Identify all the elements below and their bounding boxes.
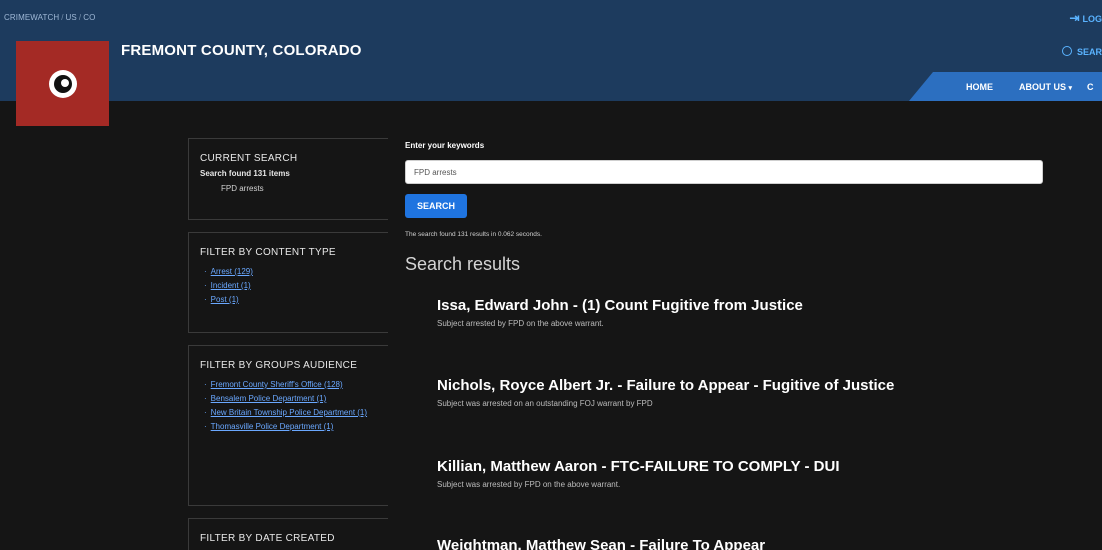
nav-about-us[interactable]: ABOUT US ▾ bbox=[1019, 82, 1072, 92]
content-type-filter-title: FILTER BY CONTENT TYPE bbox=[200, 247, 336, 258]
site-title[interactable]: FREMONT COUNTY, COLORADO bbox=[121, 42, 362, 59]
breadcrumb-crimewatch[interactable]: CRIMEWATCH bbox=[4, 13, 59, 22]
header-search-link[interactable]: SEAR bbox=[1061, 46, 1102, 57]
search-button[interactable]: SEARCH bbox=[405, 194, 467, 218]
nav-home[interactable]: HOME bbox=[966, 82, 993, 92]
nav-about-label: ABOUT US bbox=[1019, 82, 1066, 92]
facet-item: · Post (1) bbox=[204, 294, 388, 306]
login-icon: ⇥ bbox=[1069, 11, 1080, 25]
search-result: Issa, Edward John - (1) Count Fugitive f… bbox=[437, 297, 1037, 328]
result-snippet: Subject was arrested on an outstanding F… bbox=[437, 399, 653, 408]
result-title-link[interactable]: Nichols, Royce Albert Jr. - Failure to A… bbox=[437, 377, 1037, 394]
facet-link-incident[interactable]: Incident (1) bbox=[211, 280, 251, 292]
facet-item: · Arrest (129) bbox=[204, 266, 388, 278]
facet-item: · Thomasville Police Department (1) bbox=[204, 421, 374, 433]
facet-link-fremont-sheriff[interactable]: Fremont County Sheriff's Office (128) bbox=[211, 379, 343, 391]
keywords-label: Enter your keywords bbox=[405, 141, 485, 150]
bullet: · bbox=[204, 422, 207, 431]
breadcrumb: CRIMEWATCH / US / CO bbox=[4, 13, 95, 22]
result-title-link[interactable]: Killian, Matthew Aaron - FTC-FAILURE TO … bbox=[437, 458, 1037, 475]
bullet: · bbox=[204, 394, 207, 403]
content-type-filter-panel: FILTER BY CONTENT TYPE · Arrest (129) · In… bbox=[188, 232, 388, 333]
facet-link-arrest[interactable]: Arrest (129) bbox=[211, 266, 253, 278]
breadcrumb-us[interactable]: US bbox=[66, 13, 77, 22]
current-search-term[interactable]: FPD arrests bbox=[200, 184, 388, 193]
results-heading: Search results bbox=[405, 254, 521, 274]
groups-filter-title: FILTER BY GROUPS AUDIENCE bbox=[200, 360, 358, 371]
current-search-title: CURRENT SEARCH bbox=[200, 153, 298, 164]
agency-logo[interactable] bbox=[16, 41, 109, 126]
facet-item: · Incident (1) bbox=[204, 280, 388, 292]
bullet: · bbox=[204, 281, 207, 290]
date-created-filter-title: FILTER BY DATE CREATED bbox=[200, 533, 335, 544]
current-search-count: Search found 131 items bbox=[200, 169, 290, 178]
current-search-panel: CURRENT SEARCH Search found 131 items FP… bbox=[188, 138, 388, 220]
facet-item: · New Britain Township Police Department … bbox=[204, 407, 374, 419]
login-link[interactable]: ⇥ LOG bbox=[1069, 11, 1102, 25]
bullet: · bbox=[204, 295, 207, 304]
facet-link-post[interactable]: Post (1) bbox=[211, 294, 239, 306]
login-label: LOG bbox=[1082, 14, 1102, 24]
facet-item: · Bensalem Police Department (1) bbox=[204, 393, 374, 405]
keywords-input[interactable] bbox=[405, 160, 1043, 184]
search-stats: The search found 131 results in 0.062 se… bbox=[405, 231, 542, 238]
logo-icon bbox=[48, 69, 77, 98]
caret-down-icon: ▾ bbox=[1068, 85, 1073, 92]
breadcrumb-co[interactable]: CO bbox=[83, 13, 95, 22]
facet-link-bensalem[interactable]: Bensalem Police Department (1) bbox=[211, 393, 327, 405]
result-snippet: Subject was arrested by FPD on the above… bbox=[437, 480, 621, 489]
groups-filter-panel: FILTER BY GROUPS AUDIENCE · Fremont Count… bbox=[188, 345, 388, 506]
breadcrumb-separator: / bbox=[78, 13, 82, 22]
bullet: · bbox=[204, 267, 207, 276]
search-result: Nichols, Royce Albert Jr. - Failure to A… bbox=[437, 377, 1037, 408]
date-created-filter-panel: FILTER BY DATE CREATED bbox=[188, 518, 388, 550]
search-icon bbox=[1061, 46, 1072, 56]
content-type-facet-list: · Arrest (129) · Incident (1) · Post (1) bbox=[200, 266, 388, 306]
main-nav: HOME ABOUT US ▾ C bbox=[909, 72, 1102, 101]
bullet: · bbox=[204, 408, 207, 417]
search-result: Killian, Matthew Aaron - FTC-FAILURE TO … bbox=[437, 458, 1037, 489]
page: CRIMEWATCH / US / CO ⇥ LOG SEAR FREMONT COUNT… bbox=[0, 0, 1102, 550]
facet-link-new-britain[interactable]: New Britain Township Police Department (… bbox=[211, 407, 367, 419]
result-title-link[interactable]: Weightman, Matthew Sean - Failure To App… bbox=[437, 537, 1037, 550]
facet-link-thomasville[interactable]: Thomasville Police Department (1) bbox=[211, 421, 334, 433]
nav-next[interactable]: C bbox=[1087, 82, 1094, 92]
groups-facet-list: · Fremont County Sheriff's Office (128) ·… bbox=[200, 379, 388, 433]
site-header: CRIMEWATCH / US / CO ⇥ LOG SEAR FREMONT COUNT… bbox=[0, 0, 1102, 101]
bullet: · bbox=[204, 380, 207, 389]
breadcrumb-separator: / bbox=[61, 13, 64, 22]
search-result: Weightman, Matthew Sean - Failure To App… bbox=[437, 537, 1037, 550]
result-snippet: Subject arrested by FPD on the above war… bbox=[437, 319, 604, 328]
facet-item: · Fremont County Sheriff's Office (128) bbox=[204, 379, 374, 391]
result-title-link[interactable]: Issa, Edward John - (1) Count Fugitive f… bbox=[437, 297, 1037, 314]
header-search-label: SEAR bbox=[1076, 47, 1102, 57]
